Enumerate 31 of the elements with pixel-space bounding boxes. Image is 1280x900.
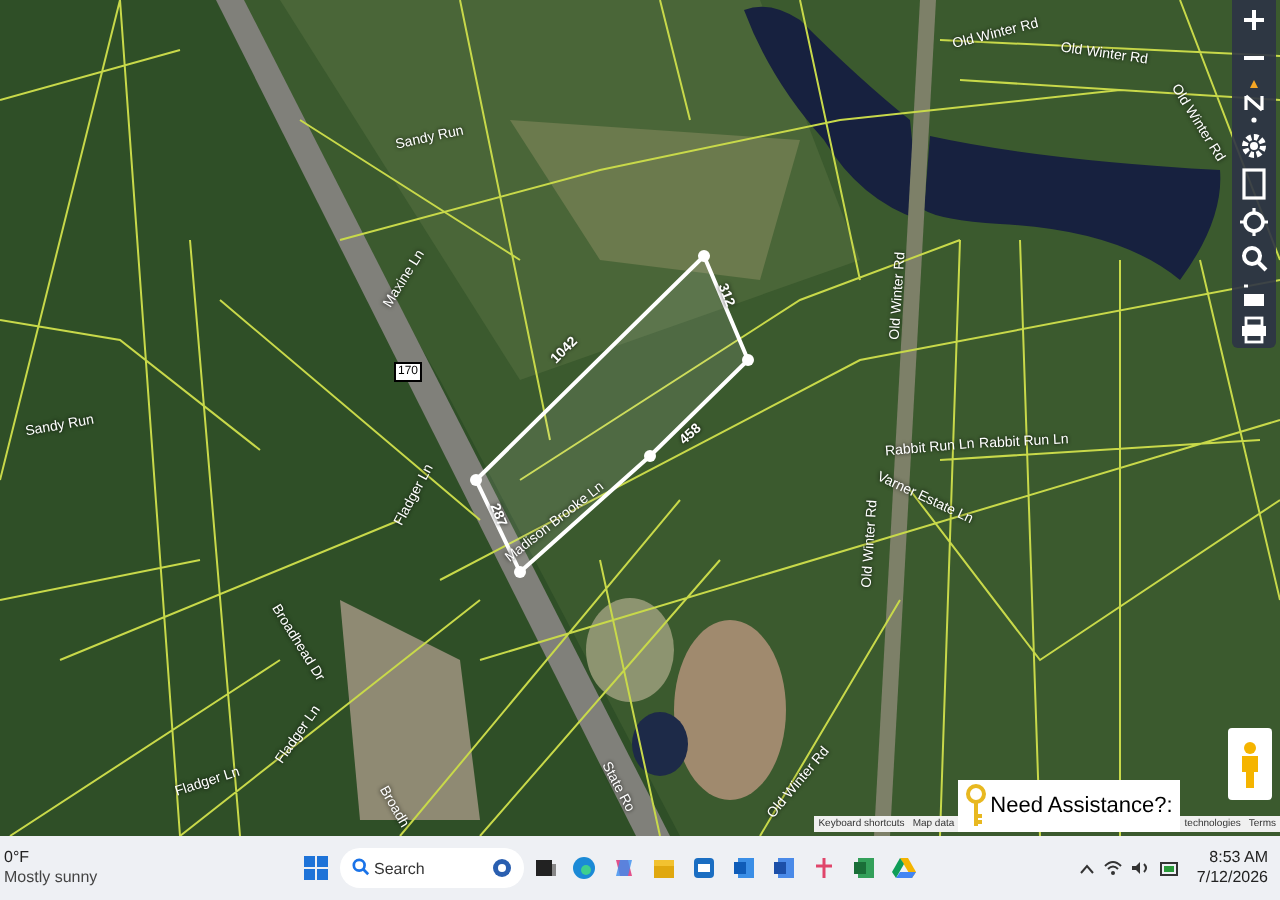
taskbar-search-field[interactable]: Search xyxy=(340,848,524,888)
wifi-icon[interactable] xyxy=(1104,860,1123,876)
weather-condition: Mostly sunny xyxy=(4,868,100,888)
windows-start-icon[interactable] xyxy=(304,856,328,880)
assistance-panel[interactable]: Need Assistance?: xyxy=(958,780,1181,832)
crosshair-icon[interactable] xyxy=(1240,208,1268,236)
speaker-icon[interactable] xyxy=(1132,860,1151,876)
chevron-up-icon[interactable] xyxy=(1080,863,1095,873)
edge-icon[interactable] xyxy=(572,856,596,880)
compass-icon[interactable] xyxy=(1240,80,1268,124)
print-icon[interactable] xyxy=(1240,316,1268,344)
task-view-icon[interactable] xyxy=(536,858,556,878)
battery-icon[interactable] xyxy=(1160,860,1181,876)
rectangle-icon[interactable] xyxy=(1242,168,1266,200)
ball-icon xyxy=(492,858,512,878)
search-icon[interactable] xyxy=(1240,244,1268,272)
clock-time[interactable]: 8:53 AM xyxy=(1209,848,1268,868)
excel-icon[interactable] xyxy=(852,856,876,880)
pond xyxy=(632,712,688,776)
layers-icon[interactable] xyxy=(1242,280,1266,308)
pegman-icon xyxy=(1240,740,1260,788)
assistance-label: Need Assistance?: xyxy=(990,791,1173,822)
settings-icon[interactable] xyxy=(1240,132,1268,160)
key-icon xyxy=(966,784,987,828)
search-icon xyxy=(352,858,370,876)
grass-clearing xyxy=(586,598,674,702)
weather-temperature: 0°F xyxy=(4,848,32,868)
drive-icon[interactable] xyxy=(892,856,916,880)
plus-icon xyxy=(1244,10,1264,30)
clock-date[interactable]: 7/12/2026 xyxy=(1196,868,1268,888)
minus-icon xyxy=(1244,56,1264,60)
